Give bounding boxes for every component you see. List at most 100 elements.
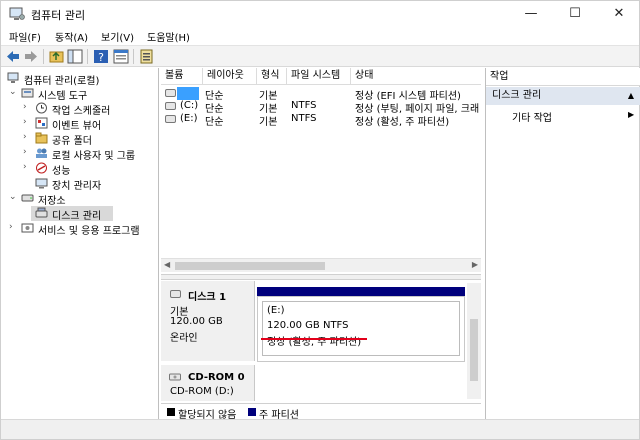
tree-label-event-viewer: 이벤트 뷰어 xyxy=(52,121,102,132)
chevron-right-icon[interactable]: › xyxy=(23,102,33,112)
tree-label-disk-management: 디스크 관리 xyxy=(52,211,102,222)
tree-item-services[interactable]: › 서비스 및 응용 프로그램 xyxy=(5,221,155,237)
up-icon[interactable] xyxy=(49,49,65,64)
menu-help[interactable]: 도움말(H) xyxy=(147,29,190,44)
disk-management-icon xyxy=(35,207,48,218)
tree-item-event-viewer[interactable]: › 이벤트 뷰어 xyxy=(5,116,155,132)
navigation-tree: 컴퓨터 관리(로컬) ⌄ 시스템 도구 › 작업 스케줄러 › 이벤트 뷰어 ›… xyxy=(1,68,159,419)
tree-item-local-users[interactable]: › 로컬 사용자 및 그룹 xyxy=(5,146,155,162)
chevron-down-icon[interactable]: ⌄ xyxy=(9,87,19,97)
vertical-scrollbar[interactable] xyxy=(467,283,481,399)
scrollbar-thumb[interactable] xyxy=(470,319,478,381)
toolbar-separator xyxy=(87,49,88,64)
tree-label-performance: 성능 xyxy=(52,166,71,177)
chevron-right-icon[interactable]: › xyxy=(23,147,33,157)
users-icon xyxy=(36,148,47,158)
back-icon[interactable] xyxy=(5,49,21,64)
menu-action[interactable]: 동작(A) xyxy=(55,29,88,44)
chevron-right-icon[interactable]: › xyxy=(23,132,33,142)
table-row[interactable]: (C:) 단순 기본 NTFS 정상 (부팅, 페이지 파일, 크래 xyxy=(161,100,481,115)
tree-label-services: 서비스 및 응용 프로그램 xyxy=(38,226,140,237)
maximize-button[interactable]: ☐ xyxy=(553,1,597,27)
disk-1-label[interactable]: 디스크 1 기본 120.00 GB 온라인 xyxy=(161,281,255,361)
tree-label-system-tools: 시스템 도구 xyxy=(38,91,88,102)
tree-label-shared-folders: 공유 폴더 xyxy=(52,136,92,147)
submenu-arrow-icon[interactable]: ▶ xyxy=(628,110,634,119)
column-volume[interactable]: 볼륨 xyxy=(161,68,203,85)
tree-label-device-manager: 장치 관리자 xyxy=(52,181,102,192)
tree-label-root: 컴퓨터 관리(로컬) xyxy=(24,76,100,87)
chevron-down-icon[interactable]: ⌄ xyxy=(9,192,19,202)
volume-icon xyxy=(165,89,176,97)
services-icon xyxy=(21,223,34,233)
export-list-icon[interactable] xyxy=(139,49,155,64)
scroll-left-icon[interactable]: ◀ xyxy=(164,260,170,269)
partition-legend: 할당되지 않음 주 파티션 xyxy=(161,403,481,421)
table-row[interactable]: 단순 기본 정상 (EFI 시스템 파티션) xyxy=(161,87,481,102)
computer-management-icon xyxy=(9,7,25,20)
tree-label-local-users: 로컬 사용자 및 그룹 xyxy=(52,151,136,162)
column-layout[interactable]: 레이아웃 xyxy=(203,68,257,85)
column-file-system[interactable]: 파일 시스템 xyxy=(287,68,351,85)
title-bar: 컴퓨터 관리 — ☐ ✕ xyxy=(1,1,639,27)
tree-item-disk-management[interactable]: 디스크 관리 xyxy=(31,206,113,222)
chevron-right-icon[interactable]: › xyxy=(23,117,33,127)
pane-splitter[interactable] xyxy=(161,274,481,280)
partition-status: 정상 (활성, 주 파티션) xyxy=(267,337,362,348)
partition-e-inner: (E:) 120.00 GB NTFS 정상 (활성, 주 파티션) xyxy=(262,301,460,356)
action-more-actions[interactable]: 기타 작업 xyxy=(512,109,552,124)
disk-graphical-view: 디스크 1 기본 120.00 GB 온라인 (E:) 120.00 GB NT… xyxy=(161,281,481,419)
disk-1-size: 120.00 GB xyxy=(170,316,223,327)
partition-e[interactable]: (E:) 120.00 GB NTFS 정상 (활성, 주 파티션) xyxy=(257,296,465,362)
tree-item-performance[interactable]: › 성능 xyxy=(5,161,155,177)
minimize-button[interactable]: — xyxy=(509,1,553,27)
tree-item-device-manager[interactable]: 장치 관리자 xyxy=(5,176,155,192)
partition-size-fs: 120.00 GB NTFS xyxy=(267,320,349,331)
cell-fs: NTFS xyxy=(291,113,317,124)
toolbar-separator xyxy=(133,49,134,64)
cdrom-0-kind: CD-ROM (D:) xyxy=(170,386,234,397)
chevron-right-icon[interactable]: › xyxy=(9,222,19,232)
forward-icon[interactable] xyxy=(23,49,39,64)
cdrom-0-label[interactable]: CD-ROM 0 CD-ROM (D:) xyxy=(161,365,255,401)
actions-section-disk-management[interactable]: 디스크 관리 ▲ xyxy=(486,87,640,105)
scrollbar-thumb[interactable] xyxy=(175,262,325,270)
tree-item-task-scheduler[interactable]: › 작업 스케줄러 xyxy=(5,101,155,117)
menu-view[interactable]: 보기(V) xyxy=(101,29,134,44)
clock-icon xyxy=(36,102,47,114)
tree-item-system-tools[interactable]: ⌄ 시스템 도구 xyxy=(5,86,155,102)
table-row[interactable]: (E:) 단순 기본 NTFS 정상 (활성, 주 파티션) xyxy=(161,113,481,128)
column-type[interactable]: 형식 xyxy=(257,68,287,85)
disk-icon xyxy=(170,290,181,298)
cell-volume: (C:) xyxy=(180,100,199,111)
collapse-up-icon[interactable]: ▲ xyxy=(628,87,634,105)
tree-item-root[interactable]: 컴퓨터 관리(로컬) xyxy=(5,71,155,87)
shared-folder-icon xyxy=(35,132,48,144)
selected-volume-highlight xyxy=(177,87,199,100)
primary-swatch xyxy=(248,408,256,416)
actions-header: 작업 xyxy=(486,68,640,86)
help-icon[interactable]: ? xyxy=(93,49,109,64)
disk-1-partitions: (E:) 120.00 GB NTFS 정상 (활성, 주 파티션) xyxy=(257,281,465,362)
tree-item-storage[interactable]: ⌄ 저장소 xyxy=(5,191,155,207)
close-button[interactable]: ✕ xyxy=(597,1,640,27)
tree-item-shared-folders[interactable]: › 공유 폴더 xyxy=(5,131,155,147)
cell-type: 기본 xyxy=(259,117,278,128)
cell-layout: 단순 xyxy=(205,117,224,128)
volume-list: 볼륨 레이아웃 형식 파일 시스템 상태 단순 기본 정상 (EFI 시스템 파… xyxy=(161,68,481,273)
toolbar: ? xyxy=(1,45,639,67)
horizontal-scrollbar[interactable]: ◀ ▶ xyxy=(161,258,481,272)
properties-icon[interactable] xyxy=(113,49,129,64)
show-hide-tree-icon[interactable] xyxy=(67,49,83,64)
svg-text:?: ? xyxy=(98,51,104,64)
menu-file[interactable]: 파일(F) xyxy=(9,29,41,44)
cdrom-0-name: CD-ROM 0 xyxy=(188,372,245,383)
actions-pane: 작업 디스크 관리 ▲ 기타 작업 ▶ xyxy=(485,68,640,419)
chevron-right-icon[interactable]: › xyxy=(23,162,33,172)
column-status[interactable]: 상태 xyxy=(351,68,481,85)
computer-management-icon xyxy=(7,72,19,83)
volume-icon xyxy=(165,102,176,110)
unallocated-swatch xyxy=(167,408,175,416)
cell-fs: NTFS xyxy=(291,100,317,111)
scroll-right-icon[interactable]: ▶ xyxy=(472,260,478,269)
